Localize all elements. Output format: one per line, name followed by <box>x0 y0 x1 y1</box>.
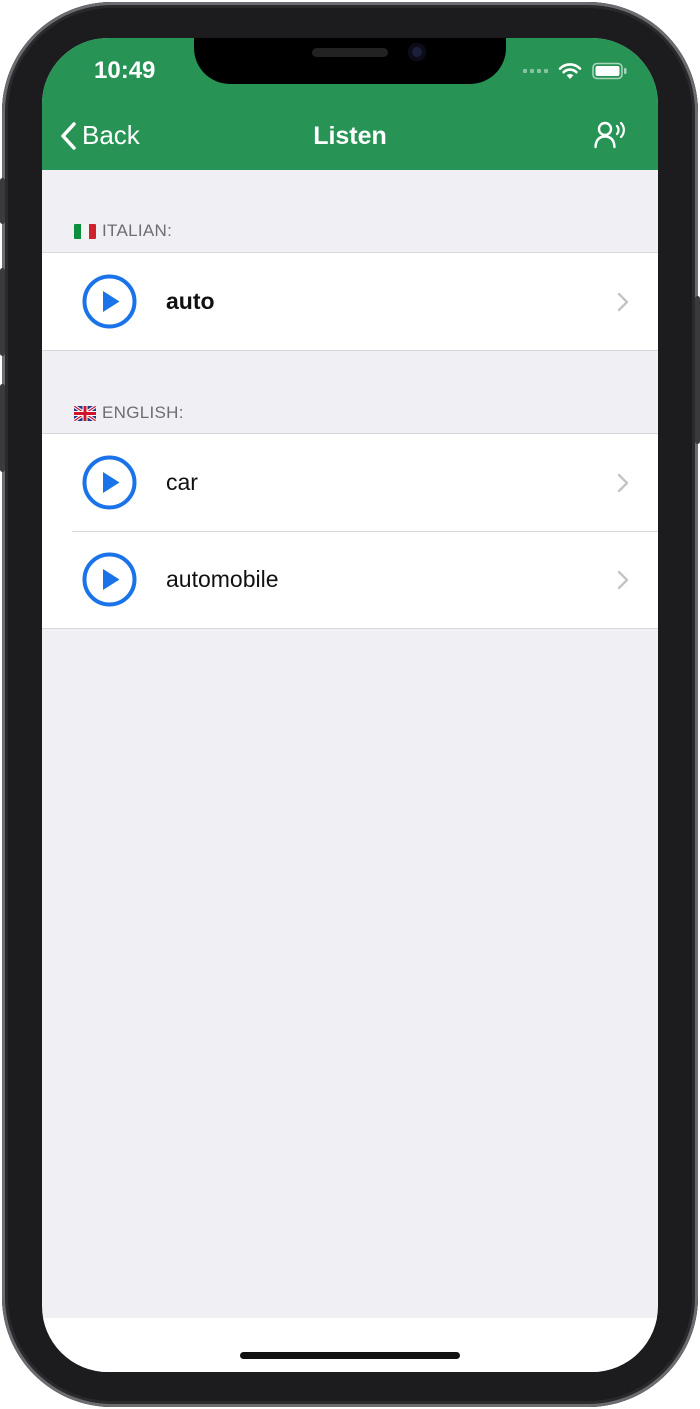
earpiece-speaker <box>312 48 388 57</box>
battery-icon <box>592 62 627 80</box>
section-label-english: ENGLISH: <box>102 403 184 422</box>
status-icons <box>523 62 628 80</box>
word-label: automobile <box>166 566 279 592</box>
chevron-right-icon <box>617 473 629 493</box>
italian-word-list: auto <box>42 252 658 351</box>
cellular-icon <box>523 69 548 73</box>
page-title: Listen <box>313 122 387 150</box>
english-word-list: car automobile <box>42 433 658 629</box>
play-icon[interactable] <box>82 552 137 607</box>
play-icon[interactable] <box>82 455 137 510</box>
phone-screen: 10:49 Back Listen ITALIAN: auto ENGLISH:… <box>42 38 658 1372</box>
chevron-right-icon <box>617 570 629 590</box>
wifi-icon <box>558 63 582 79</box>
section-label-italian: ITALIAN: <box>102 221 173 240</box>
chevron-right-icon <box>617 292 629 312</box>
italy-flag-icon <box>74 223 96 239</box>
status-time: 10:49 <box>94 57 156 84</box>
word-label: auto <box>166 288 215 314</box>
notch <box>194 38 506 84</box>
power-button <box>695 296 700 444</box>
list-item-auto[interactable]: auto <box>42 253 658 350</box>
list-item-car[interactable]: car <box>42 434 658 531</box>
front-camera <box>408 43 426 61</box>
play-icon[interactable] <box>82 274 137 329</box>
section-header-italian: ITALIAN: <box>74 221 172 241</box>
home-indicator[interactable] <box>240 1352 460 1359</box>
word-label: car <box>166 469 198 495</box>
home-indicator-area <box>42 1318 658 1372</box>
volume-down-button <box>0 384 5 472</box>
mute-switch <box>0 178 5 224</box>
speaking-person-icon[interactable] <box>594 120 628 150</box>
volume-up-button <box>0 268 5 356</box>
list-item-automobile[interactable]: automobile <box>42 531 658 628</box>
app-header: 10:49 Back Listen <box>42 38 658 170</box>
section-header-english: ENGLISH: <box>74 403 184 423</box>
uk-flag-icon <box>74 405 96 421</box>
